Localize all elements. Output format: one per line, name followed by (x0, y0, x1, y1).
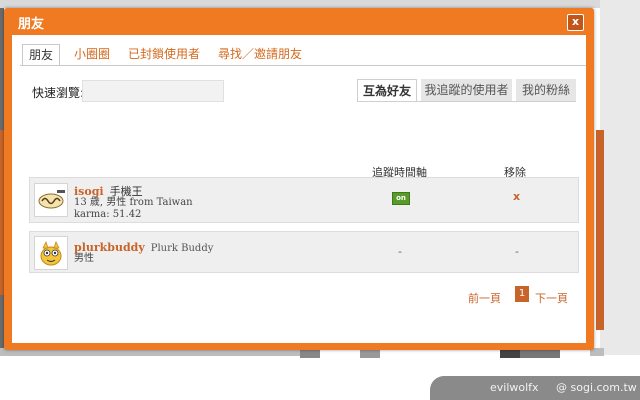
close-icon: x (571, 15, 580, 28)
background-page-right (600, 0, 640, 355)
timeline-unavailable: - (398, 245, 402, 258)
filter-tab-mutual[interactable]: 互為好友 (357, 79, 417, 102)
dialog-body: 朋友 小圈圈 已封鎖使用者 尋找／邀請朋友 快速瀏覽: 互為好友 我追蹤的使用者… (12, 35, 586, 343)
friend-row: plurkbuddy Plurk Buddy 男性 - - (29, 231, 579, 273)
dialog-titlebar: 朋友 x (4, 8, 594, 34)
filter-tab-fans[interactable]: 我的粉絲 (516, 79, 576, 101)
plurk-buddy-icon[interactable] (34, 236, 68, 270)
tab-divider (20, 65, 586, 66)
friend-info: 男性 (74, 253, 94, 264)
filter-tab-divider (357, 101, 576, 102)
friend-name-line: plurkbuddy Plurk Buddy (74, 241, 213, 254)
current-page[interactable]: 1 (515, 286, 529, 302)
quick-browse-input[interactable] (82, 80, 224, 102)
next-page-link[interactable]: 下一頁 (535, 290, 568, 306)
friend-info: 13 歲, 男性 from Taiwan (74, 197, 193, 208)
remove-unavailable: - (515, 245, 519, 258)
timeline-on-toggle[interactable]: on (392, 192, 410, 205)
friend-row: isogi 手機王 13 歲, 男性 from Taiwan karma: 51.… (29, 177, 579, 223)
friend-karma: karma: 51.42 (74, 209, 142, 220)
remove-friend-button[interactable]: x (513, 190, 520, 203)
tab-find-invite-friends[interactable]: 尋找／邀請朋友 (218, 44, 302, 64)
sogi-logo-icon[interactable] (34, 183, 68, 217)
friends-dialog: 朋友 x 朋友 小圈圈 已封鎖使用者 尋找／邀請朋友 快速瀏覽: 互為好友 我追… (4, 8, 594, 350)
close-button[interactable]: x (567, 14, 584, 31)
tab-cliques[interactable]: 小圈圈 (74, 44, 110, 64)
friend-display-name: Plurk Buddy (150, 243, 214, 254)
dialog-title: 朋友 (18, 17, 45, 32)
watermark-right: @ sogi.com.tw (556, 381, 637, 394)
watermark-left: evilwolfx (490, 381, 539, 394)
filter-tab-following[interactable]: 我追蹤的使用者 (421, 79, 512, 101)
tab-friends[interactable]: 朋友 (22, 44, 61, 66)
background-page-top (0, 0, 640, 8)
tab-blocked-users[interactable]: 已封鎖使用者 (128, 44, 200, 64)
background-orange-right (596, 130, 604, 330)
prev-page-link[interactable]: 前一頁 (468, 290, 501, 306)
quick-browse-label: 快速瀏覽: (32, 86, 85, 100)
